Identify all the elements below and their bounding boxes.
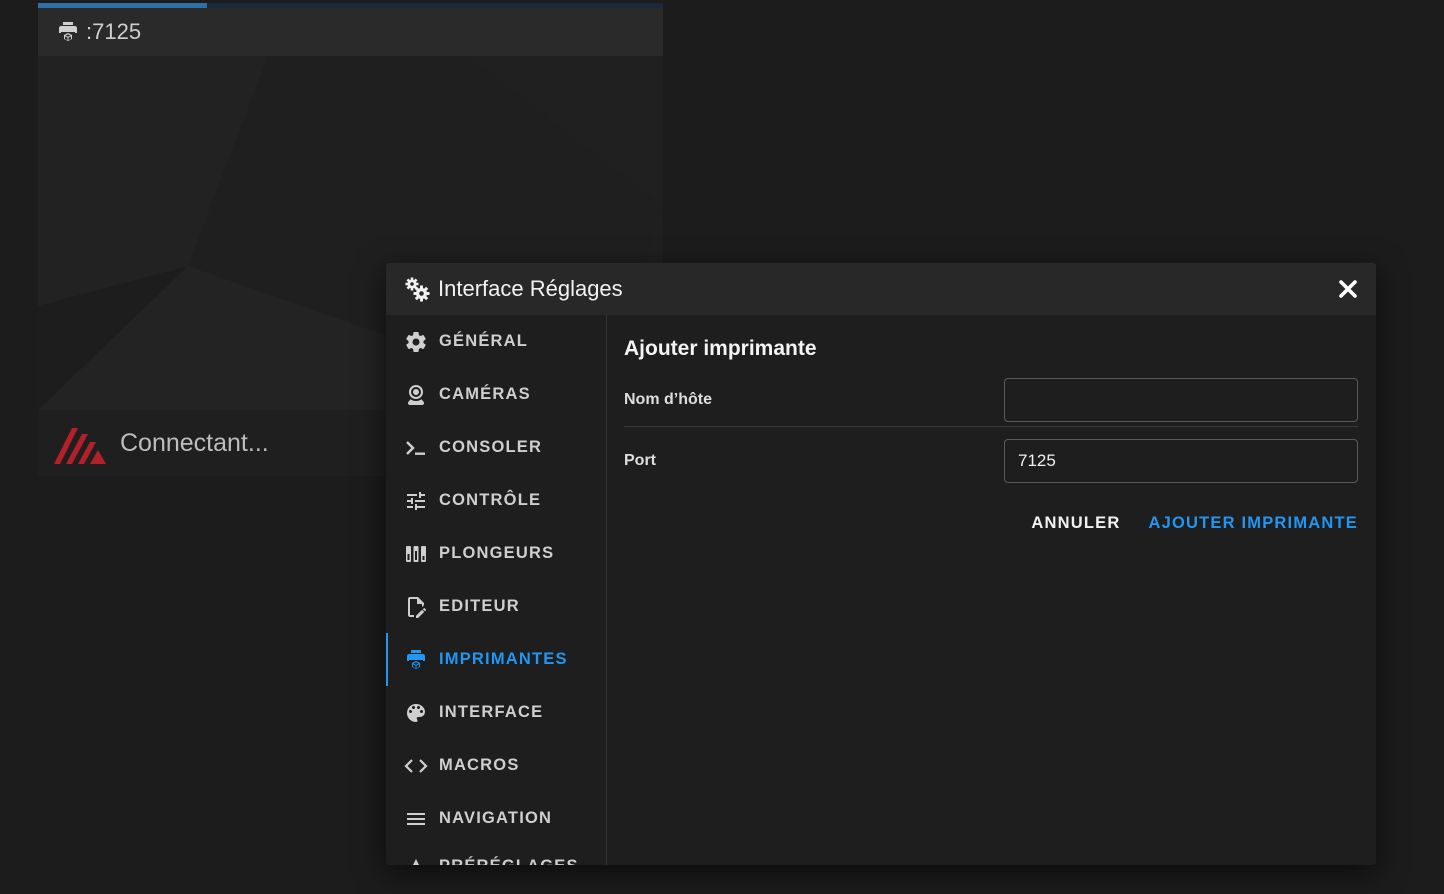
nav-label: MACROS	[439, 756, 520, 774]
nav-item-control[interactable]: CONTRÔLE	[386, 474, 606, 527]
cancel-button[interactable]: ANNULER	[1031, 514, 1120, 533]
connection-status: Connectant...	[120, 428, 269, 457]
close-button[interactable]	[1336, 277, 1360, 301]
webcam-icon	[408, 384, 424, 405]
gear-icon	[406, 331, 426, 352]
palette-icon	[407, 703, 425, 722]
port-row: Port	[624, 435, 1358, 487]
code-icon	[404, 758, 428, 773]
close-icon	[1339, 280, 1357, 298]
file-edit-icon	[408, 596, 427, 618]
port-input[interactable]	[1004, 439, 1358, 483]
nav-item-printers[interactable]: IMPRIMANTES	[386, 633, 606, 686]
nav-item-macros[interactable]: MACROS	[386, 739, 606, 792]
nav-item-navigation[interactable]: NAVIGATION	[386, 792, 606, 845]
hostname-input[interactable]	[1004, 378, 1358, 422]
hostname-row: Nom d’hôte	[624, 374, 1358, 427]
nav-item-cameras[interactable]: CAMÉRAS	[386, 368, 606, 421]
hostname-label: Nom d’hôte	[624, 391, 712, 408]
menu-icon	[407, 812, 425, 825]
nav-label: NAVIGATION	[439, 809, 553, 827]
nav-label: INTERFACE	[439, 703, 544, 721]
add-printer-button[interactable]: AJOUTER IMPRIMANTE	[1148, 514, 1358, 533]
nav-label: CONTRÔLE	[439, 491, 542, 509]
form-title: Ajouter imprimante	[624, 337, 817, 360]
printer-3d-icon	[407, 649, 425, 669]
settings-sidebar: GÉNÉRAL CAMÉRAS CONSOLER CONTRÔLE PLONGE…	[386, 315, 607, 865]
plungers-icon	[406, 545, 426, 562]
form-actions: ANNULER AJOUTER IMPRIMANTE	[624, 514, 1358, 533]
dialog-body: GÉNÉRAL CAMÉRAS CONSOLER CONTRÔLE PLONGE…	[386, 315, 1376, 865]
nav-label: CONSOLER	[439, 438, 543, 456]
nav-item-interface[interactable]: INTERFACE	[386, 686, 606, 739]
dialog-title: Interface Réglages	[438, 276, 623, 301]
dialog-header: Interface Réglages	[386, 263, 1376, 315]
presets-icon	[413, 859, 419, 865]
console-icon	[406, 440, 425, 455]
nav-label: PRÉRÉGLAGES	[439, 857, 579, 865]
nav-label: CAMÉRAS	[439, 385, 531, 403]
nav-item-editor[interactable]: EDITEUR	[386, 580, 606, 633]
nav-item-console[interactable]: CONSOLER	[386, 421, 606, 474]
printer-card-title: :7125	[86, 19, 142, 44]
tune-icon	[407, 491, 425, 510]
cogs-icon	[405, 277, 430, 302]
settings-dialog: Interface Réglages GÉNÉRAL CAMÉRAS CONSO…	[386, 263, 1376, 865]
klipper-logo-icon	[54, 428, 106, 464]
nav-label: GÉNÉRAL	[439, 332, 529, 350]
printer-form: Ajouter imprimante Nom d’hôte Port ANNUL…	[607, 315, 1376, 865]
nav-label: PLONGEURS	[439, 544, 555, 562]
nav-label: IMPRIMANTES	[439, 650, 568, 668]
nav-item-presets[interactable]: PRÉRÉGLAGES	[386, 845, 606, 865]
printer-3d-icon	[59, 22, 77, 41]
port-label: Port	[624, 452, 656, 469]
nav-item-general[interactable]: GÉNÉRAL	[386, 315, 606, 368]
nav-item-plungers[interactable]: PLONGEURS	[386, 527, 606, 580]
printer-card-header: :7125	[38, 8, 663, 56]
nav-label: EDITEUR	[439, 597, 520, 615]
